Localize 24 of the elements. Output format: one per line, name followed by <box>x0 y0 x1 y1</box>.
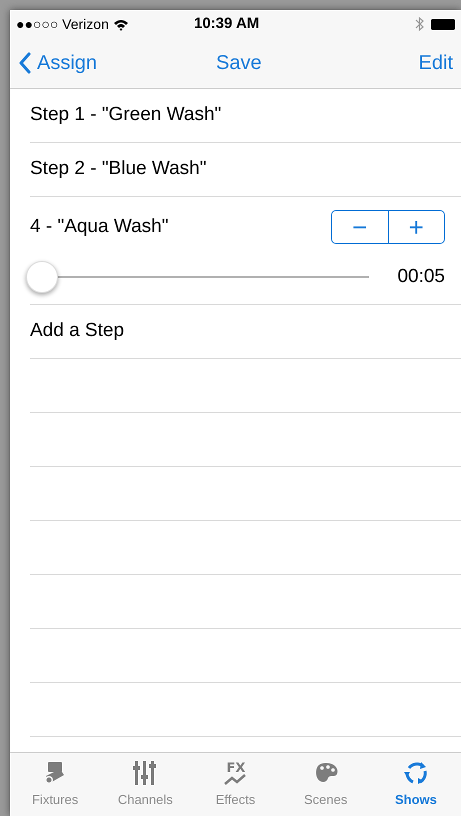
tab-item[interactable]: Scenes <box>280 753 371 816</box>
edit-button[interactable]: Edit <box>418 48 453 78</box>
step-label[interactable]: Step 2 - "Blue Wash" <box>30 155 206 184</box>
chevron-left-icon <box>18 52 31 74</box>
back-button[interactable]: Assign <box>18 48 98 78</box>
tab-item[interactable]: Channels <box>100 753 190 816</box>
increment-button[interactable]: + <box>388 211 444 243</box>
slider-thumb[interactable] <box>26 261 58 293</box>
wifi-icon <box>112 18 129 30</box>
save-button[interactable]: Save <box>216 48 262 78</box>
decrement-button[interactable]: − <box>332 211 388 243</box>
battery-icon <box>431 18 455 30</box>
tab-item[interactable]: Shows <box>370 753 461 816</box>
step-label: 4 - "Aqua Wash" <box>30 214 168 239</box>
bluetooth-icon <box>414 16 425 32</box>
step-label[interactable]: Step 1 - "Green Wash" <box>30 101 222 130</box>
step-label[interactable]: Add a Step <box>30 317 124 346</box>
cycle-icon <box>402 760 429 786</box>
clock-text: 10:39 AM <box>194 14 260 34</box>
tab-item[interactable]: FX Effects <box>190 753 281 816</box>
carrier-text: ●●○○○ Verizon <box>16 14 109 34</box>
tab-item[interactable]: Fixtures <box>10 753 100 816</box>
duration-text: 00:05 <box>397 264 445 289</box>
sliders-icon <box>132 760 158 786</box>
